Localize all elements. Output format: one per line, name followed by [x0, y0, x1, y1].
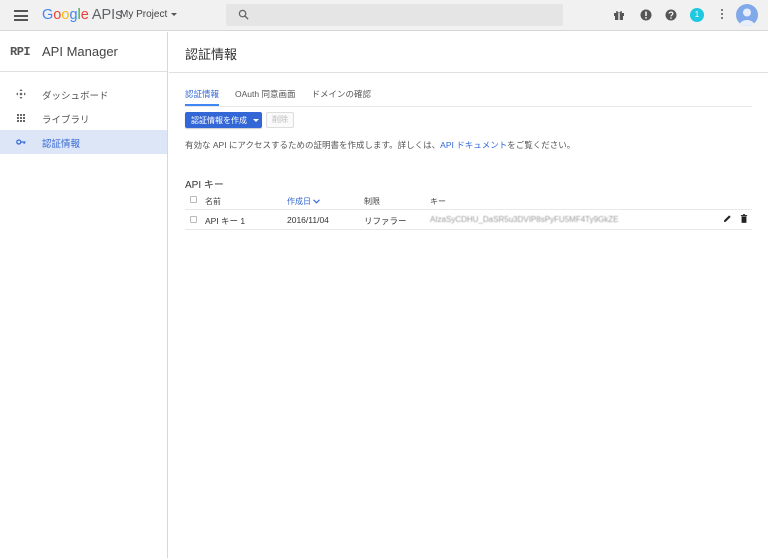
project-name: My Project — [120, 9, 168, 20]
logo-letter: g — [69, 7, 78, 23]
sidebar-nav: ダッシュボード ライブラリ 認証情報 — [0, 72, 167, 154]
search-bar[interactable] — [226, 4, 563, 26]
library-icon — [17, 114, 25, 122]
description-text: をご覧ください。 — [507, 140, 576, 150]
sidebar-header: RPI API Manager — [0, 32, 167, 72]
help-icon[interactable] — [665, 9, 677, 21]
sidebar-item-dashboard[interactable]: ダッシュボード — [0, 82, 167, 106]
sidebar-item-label: ダッシュボード — [42, 91, 109, 102]
sidebar-item-label: 認証情報 — [42, 139, 81, 150]
tab-oauth-consent[interactable]: OAuth 同意画面 — [235, 88, 295, 106]
column-header-label: 作成日 — [287, 197, 311, 206]
description-text: 有効な API にアクセスするための証明書を作成します。詳しくは、 — [185, 140, 441, 150]
delete-button[interactable]: 削除 — [266, 112, 294, 128]
section-title: API キー — [185, 180, 224, 191]
description: 有効な API にアクセスするための証明書を作成します。詳しくは、API ドキュ… — [185, 139, 575, 151]
column-header-key[interactable]: キー — [430, 196, 446, 207]
table-row[interactable]: API キー 1 2016/11/04 リファラー AIzaSyCDHU_DaS… — [185, 210, 752, 230]
api-docs-link[interactable]: API ドキュメント — [440, 140, 507, 150]
table-header: 名前 作成日 制限 キー — [185, 192, 752, 210]
api-key-value[interactable]: AIzaSyCDHU_DaSR5u3DVIP8sPyFU5MF4Ty9GkZE — [430, 215, 619, 224]
edit-icon[interactable] — [723, 214, 732, 223]
column-header-created[interactable]: 作成日 — [287, 196, 321, 207]
more-vert-icon[interactable] — [721, 9, 724, 21]
key-icon — [16, 139, 26, 145]
row-actions — [723, 214, 748, 223]
divider — [169, 72, 768, 73]
sort-down-icon — [313, 199, 321, 204]
created-date: 2016/11/04 — [287, 215, 329, 225]
restriction: リファラー — [364, 216, 407, 226]
delete-icon[interactable] — [740, 214, 748, 223]
row-checkbox[interactable] — [190, 216, 197, 223]
notification-badge[interactable]: 1 — [690, 8, 704, 22]
top-app-bar: Google APIs My Project 1 — [0, 0, 768, 31]
api-logo: RPI — [10, 45, 31, 59]
user-icon — [739, 8, 755, 26]
column-header-restriction[interactable]: 制限 — [364, 196, 380, 207]
tab-bar: 認証情報 OAuth 同意画面 ドメインの確認 — [185, 88, 387, 106]
google-apis-logo[interactable]: Google APIs — [42, 7, 122, 23]
chevron-down-icon — [253, 118, 259, 122]
alert-icon[interactable] — [640, 9, 652, 21]
chevron-down-icon — [171, 13, 178, 16]
sidebar-title: API Manager — [42, 44, 118, 59]
page-title: 認証情報 — [185, 47, 238, 62]
key-name[interactable]: API キー 1 — [205, 215, 245, 227]
sidebar-item-credentials[interactable]: 認証情報 — [0, 130, 167, 154]
sidebar-item-label: ライブラリ — [42, 115, 90, 126]
create-credentials-button[interactable]: 認証情報を作成 — [185, 112, 262, 128]
search-icon — [238, 9, 249, 20]
project-selector[interactable]: My Project — [120, 9, 178, 20]
create-credentials-label: 認証情報を作成 — [191, 115, 247, 125]
main-content: 認証情報 認証情報 OAuth 同意画面 ドメインの確認 認証情報を作成 削除 … — [169, 32, 768, 558]
sidebar: RPI API Manager ダッシュボード ライブラリ 認証情報 — [0, 32, 168, 558]
menu-icon[interactable] — [14, 10, 28, 21]
sidebar-item-library[interactable]: ライブラリ — [0, 106, 167, 130]
column-header-name[interactable]: 名前 — [205, 196, 221, 207]
logo-letter: G — [42, 7, 54, 23]
tab-credentials[interactable]: 認証情報 — [185, 88, 220, 106]
avatar[interactable] — [736, 4, 758, 26]
select-all-checkbox[interactable] — [190, 196, 197, 203]
tabs-divider — [185, 106, 752, 107]
gift-icon[interactable] — [613, 9, 625, 21]
logo-suffix: APIs — [91, 7, 123, 23]
api-keys-table: 名前 作成日 制限 キー API キー 1 2016/11/04 リファラー A… — [185, 192, 752, 230]
tab-domain-verification[interactable]: ドメインの確認 — [311, 88, 371, 106]
dashboard-icon — [16, 89, 26, 99]
logo-letter: e — [80, 7, 89, 23]
